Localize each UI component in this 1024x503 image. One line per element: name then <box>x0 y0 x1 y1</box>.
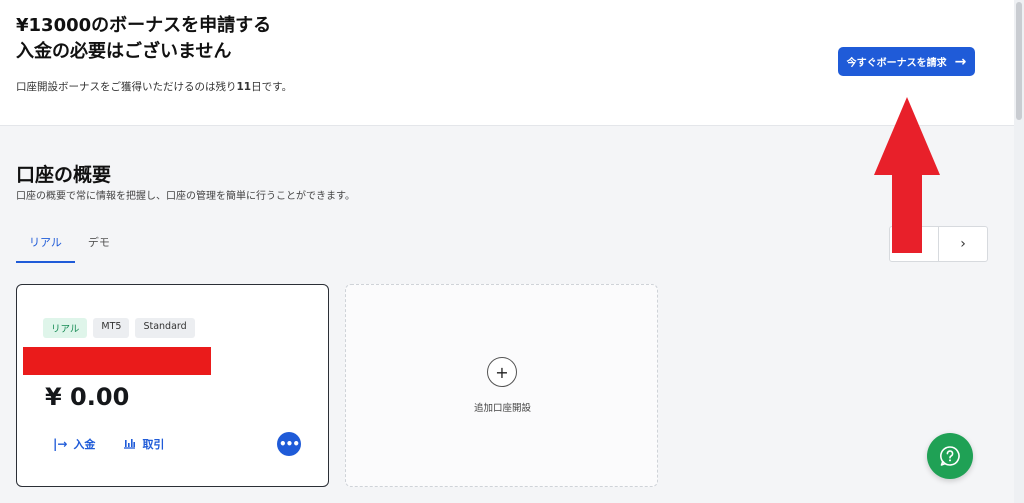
page-title: 口座の概要 <box>16 164 112 186</box>
arrow-right-icon: → <box>954 53 967 70</box>
deposit-button[interactable]: |→ 入金 <box>53 436 95 452</box>
badge-platform: MT5 <box>93 318 130 338</box>
help-chat-icon <box>940 446 960 466</box>
more-options-button[interactable]: ••• <box>277 432 301 456</box>
badge-real: リアル <box>43 318 88 338</box>
plus-icon: + <box>487 357 517 387</box>
claim-bonus-label: 今すぐボーナスを請求 <box>846 58 947 69</box>
page-subtitle: 口座の概要で常に情報を把握し、口座の管理を簡単に行うことができます。 <box>16 191 355 202</box>
next-button[interactable]: › <box>938 227 987 261</box>
claim-bonus-button[interactable]: 今すぐボーナスを請求 → <box>838 47 975 76</box>
days-remaining: 11 <box>236 81 252 93</box>
banner-subtitle: 口座開設ボーナスをご獲得いただけるのは残り11日です。 <box>16 79 292 94</box>
banner-title-line1: ¥13000のボーナスを申請する <box>16 15 272 36</box>
more-dots-icon: ••• <box>278 437 300 451</box>
scrollbar-thumb[interactable] <box>1016 2 1022 120</box>
account-type-tabs: リアル デモ <box>16 226 123 263</box>
annotation-arrow-icon <box>874 97 940 253</box>
banner-subtitle-suffix: 日です。 <box>251 81 293 93</box>
help-button[interactable] <box>927 433 973 479</box>
account-balance: ¥ 0.00 <box>45 383 130 411</box>
badge-account-type: Standard <box>135 318 195 338</box>
bonus-banner: ¥13000のボーナスを申請する 入金の必要はございません 口座開設ボーナスをご… <box>0 0 1014 126</box>
chevron-right-icon: › <box>960 236 966 252</box>
account-card[interactable]: リアル MT5 Standard ¥ 0.00 |→ 入金 取引 ••• <box>16 284 329 487</box>
chart-bars-icon <box>123 437 136 452</box>
page-scrollbar[interactable] <box>1014 0 1024 503</box>
tab-demo[interactable]: デモ <box>75 226 123 263</box>
redacted-account-number <box>23 347 211 375</box>
trade-button[interactable]: 取引 <box>123 436 164 452</box>
tab-real[interactable]: リアル <box>16 226 75 263</box>
deposit-icon: |→ <box>53 437 68 451</box>
deposit-label: 入金 <box>73 438 96 451</box>
trade-label: 取引 <box>142 438 165 451</box>
banner-subtitle-prefix: 口座開設ボーナスをご獲得いただけるのは残り <box>16 81 237 93</box>
account-badges: リアル MT5 Standard <box>43 318 195 338</box>
add-account-card[interactable]: + 追加口座開設 <box>345 284 658 487</box>
banner-title-line2: 入金の必要はございません <box>16 41 232 62</box>
banner-title: ¥13000のボーナスを申請する 入金の必要はございません <box>16 13 271 65</box>
account-actions: |→ 入金 取引 <box>53 436 164 452</box>
add-account-label: 追加口座開設 <box>473 403 531 414</box>
